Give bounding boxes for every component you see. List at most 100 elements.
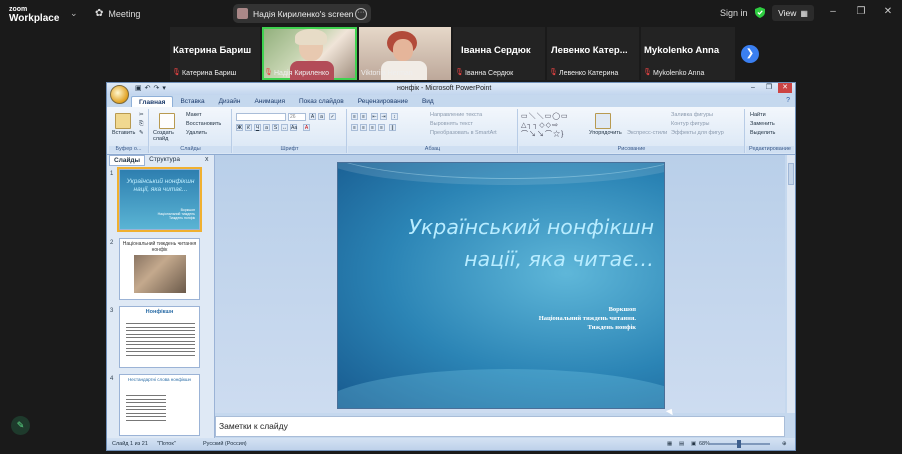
layout-button[interactable]: Макет (186, 112, 202, 118)
next-participants-button[interactable]: ❯ (741, 45, 759, 63)
slideshow-view-icon[interactable]: ▣ (691, 441, 696, 447)
participant-tile[interactable]: Mykolenko Anna 🎙 Mykolenko Anna (641, 27, 735, 80)
underline-icon[interactable]: Ч (254, 124, 261, 131)
tab-insert[interactable]: Вставка (173, 96, 211, 107)
strikethrough-icon[interactable]: a (263, 124, 270, 131)
mic-muted-icon: 🎙 (549, 69, 558, 76)
sign-in-link[interactable]: Sign in (720, 8, 748, 18)
chevron-down-icon[interactable]: ⌄ (70, 9, 78, 18)
tab-review[interactable]: Рецензирование (351, 96, 415, 107)
outdent-icon[interactable]: ⇤ (371, 113, 378, 120)
tab-design[interactable]: Дизайн (212, 96, 248, 107)
ppt-minimize-icon[interactable]: – (746, 83, 760, 93)
slide-thumbnail[interactable]: Нестандартні слова нонфікшн (119, 374, 200, 436)
align-center-icon[interactable]: ≡ (360, 124, 367, 131)
cut-icon[interactable]: ✂ (139, 112, 144, 118)
ppt-close-icon[interactable]: ✕ (778, 83, 792, 93)
meeting-menu[interactable]: ✿ Meeting (95, 8, 140, 19)
replace-button[interactable]: Заменить (750, 121, 775, 127)
fit-window-icon[interactable]: ⊕ (782, 441, 787, 447)
text-direction-button[interactable]: Направление текста (430, 112, 482, 118)
tab-slides[interactable]: Слайды (109, 155, 146, 166)
font-name-box[interactable] (236, 113, 286, 121)
tab-outline[interactable]: Структура (145, 155, 184, 166)
shield-icon[interactable] (755, 7, 765, 18)
line-spacing-icon[interactable]: ↕ (391, 113, 398, 120)
italic-icon[interactable]: К (245, 124, 252, 131)
copy-icon[interactable]: ⎘ (139, 121, 143, 128)
restore-icon[interactable]: ❐ (855, 6, 867, 17)
bold-icon[interactable]: Ж (236, 124, 243, 131)
find-button[interactable]: Найти (750, 112, 766, 118)
shapes-gallery[interactable]: ▭＼＼▭◯▭ △┐┐◇◇⇨ ⌒↘↘⌒☆} (521, 112, 591, 142)
participant-tile-video[interactable]: 🎙 Надія Кириленко (262, 27, 357, 80)
tab-slideshow[interactable]: Показ слайдов (292, 96, 351, 107)
help-icon[interactable]: ? (786, 97, 790, 104)
shadow-icon[interactable]: S (272, 124, 279, 131)
arrange-button[interactable]: Упорядочить (589, 130, 622, 136)
shrink-font-icon[interactable]: a (318, 113, 325, 120)
indent-icon[interactable]: ⇥ (380, 113, 387, 120)
zoom-level[interactable]: 68% (699, 441, 710, 447)
paste-button[interactable]: Вставить (112, 130, 135, 136)
close-pane-icon[interactable]: x (205, 156, 209, 163)
participant-tile[interactable]: Іванна Сердюк 🎙 Іванна Сердюк (453, 27, 545, 80)
align-text-button[interactable]: Выровнять текст (430, 121, 473, 127)
slide-thumbnail[interactable]: Нонфікшн (119, 306, 200, 368)
normal-view-icon[interactable]: ▦ (667, 441, 672, 447)
reset-button[interactable]: Восстановить (186, 121, 221, 127)
slide-title[interactable]: Український нонфікшн нації, яка читає… (348, 211, 654, 275)
grow-font-icon[interactable]: A (309, 113, 316, 120)
vertical-scrollbar[interactable] (787, 155, 795, 413)
select-button[interactable]: Выделить (750, 130, 775, 136)
tab-animation[interactable]: Анимация (247, 96, 292, 107)
paste-icon[interactable] (115, 113, 131, 129)
slide-subtitle[interactable]: Воркшоп Національний тиждень читання. Ти… (539, 305, 636, 332)
participant-tile[interactable]: Левенко Катер... 🎙 Левенко Катерина (547, 27, 639, 80)
arrange-icon[interactable] (595, 113, 611, 129)
zoom-slider-knob[interactable] (737, 440, 741, 448)
numbering-icon[interactable]: ≡ (360, 113, 367, 120)
quick-styles-button[interactable]: Экспресс-стили (627, 130, 667, 136)
close-icon[interactable]: ✕ (882, 6, 894, 17)
slide-thumbnail[interactable]: Національний тиждень читання нонфік (119, 238, 200, 300)
more-options-icon[interactable]: ··· (355, 8, 367, 20)
ppt-restore-icon[interactable]: ❐ (762, 83, 776, 93)
minimize-icon[interactable]: – (827, 6, 839, 17)
scroll-thumb[interactable] (788, 163, 794, 185)
office-button[interactable] (110, 85, 129, 104)
case-icon[interactable]: Aa (290, 124, 297, 131)
slide-thumbnail[interactable]: Український нонфікшн нації, яка читає...… (117, 167, 202, 232)
tab-view[interactable]: Вид (415, 96, 441, 107)
tab-home[interactable]: Главная (131, 96, 174, 107)
bullets-icon[interactable]: ≡ (351, 113, 358, 120)
smartart-button[interactable]: Преобразовать в SmartArt (430, 130, 497, 136)
shape-effects-button[interactable]: Эффекты для фигур (671, 130, 724, 136)
sorter-view-icon[interactable]: ▤ (679, 441, 684, 447)
screen-share-indicator[interactable]: Надія Кириленко's screen ··· (233, 4, 371, 23)
redo-icon[interactable]: ↷ (154, 84, 160, 92)
save-icon[interactable]: ▣ (135, 84, 142, 92)
format-painter-icon[interactable]: ✎ (139, 130, 144, 136)
new-slide-icon[interactable] (159, 113, 175, 129)
annotate-pen-icon[interactable]: ✎ (11, 416, 30, 435)
justify-icon[interactable]: ≡ (378, 124, 385, 131)
spacing-icon[interactable]: ↔ (281, 124, 288, 131)
shape-outline-button[interactable]: Контур фигуры (671, 121, 709, 127)
new-slide-button[interactable]: Создать слайд (153, 130, 183, 142)
notes-pane[interactable]: Заметки к слайду (215, 416, 785, 437)
align-left-icon[interactable]: ≡ (351, 124, 358, 131)
font-size-box[interactable]: 26 (288, 113, 306, 121)
view-button[interactable]: View ▦ (772, 5, 814, 21)
font-color-icon[interactable]: A (303, 124, 310, 131)
participant-tile[interactable]: Катерина Бариш 🎙 Катерина Бариш (170, 27, 260, 80)
shape-fill-button[interactable]: Заливка фигуры (671, 112, 713, 118)
columns-icon[interactable]: ∥ (389, 124, 396, 131)
customize-icon[interactable]: ▾ (162, 84, 166, 92)
delete-slide-button[interactable]: Удалить (186, 130, 207, 136)
current-slide[interactable]: Український нонфікшн нації, яка читає… В… (337, 162, 665, 409)
align-right-icon[interactable]: ≡ (369, 124, 376, 131)
participant-tile-video[interactable]: Viktoriia Herman (359, 27, 451, 80)
undo-icon[interactable]: ↶ (145, 84, 151, 92)
clear-format-icon[interactable]: ✓ (329, 113, 336, 120)
